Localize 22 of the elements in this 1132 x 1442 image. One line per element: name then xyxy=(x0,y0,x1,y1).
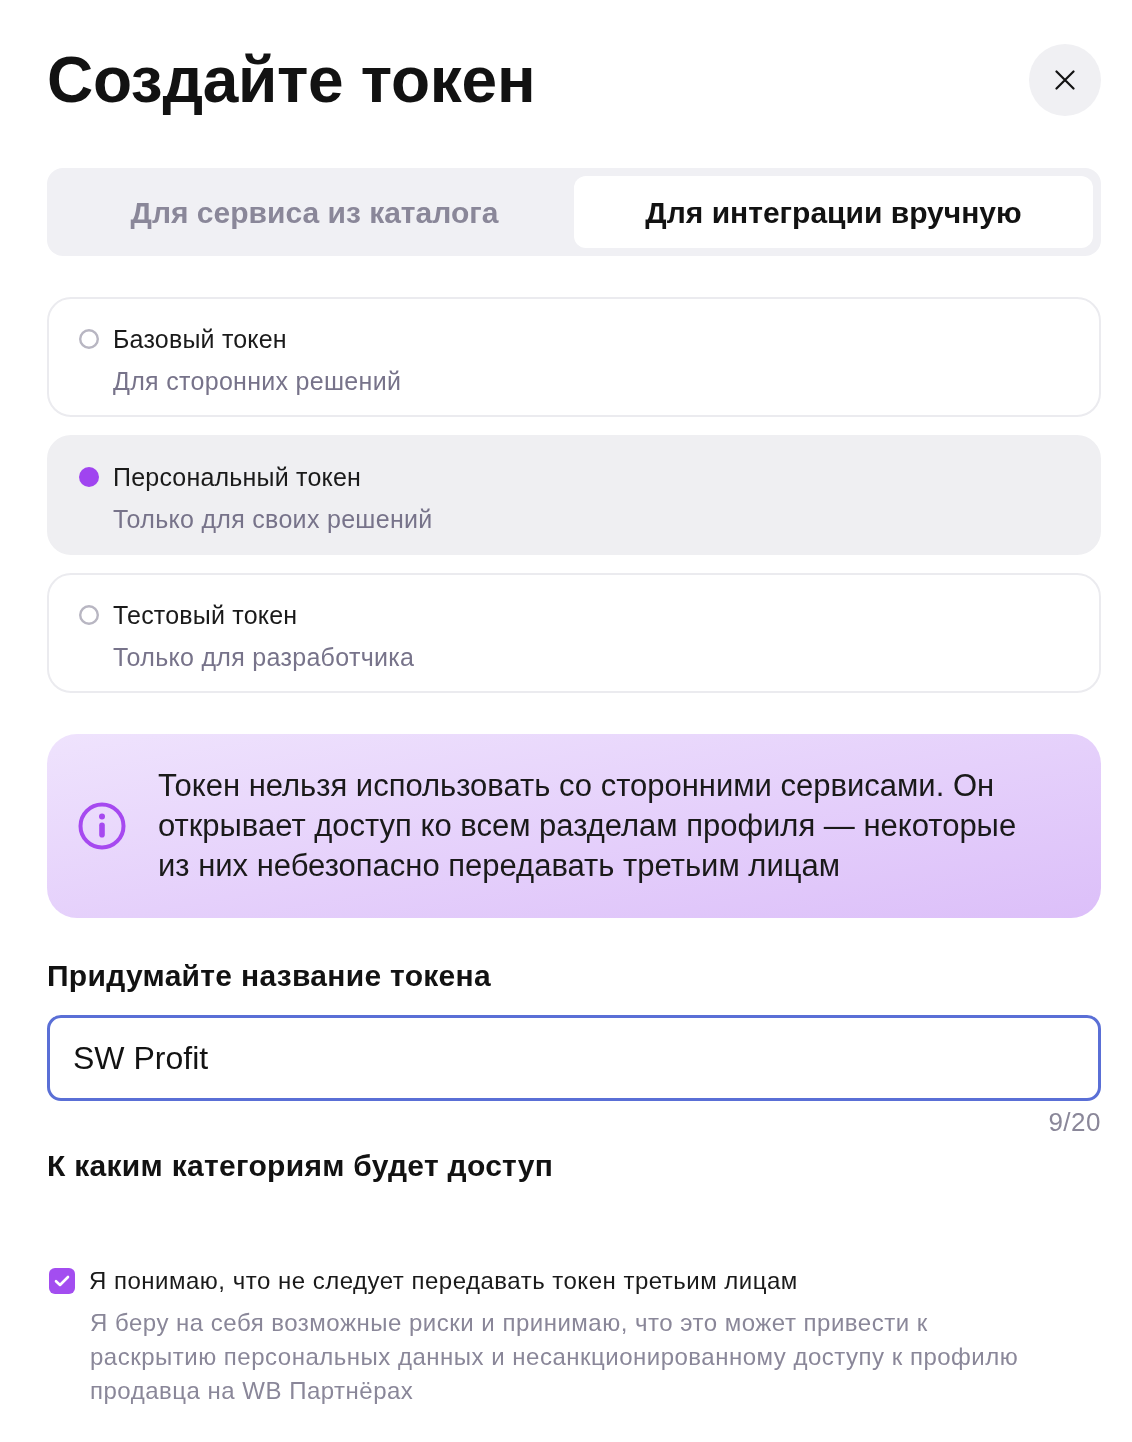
option-subtitle: Для сторонних решений xyxy=(113,366,402,397)
tab[interactable]: Для интеграции вручную xyxy=(574,176,1093,248)
option-subtitle: Только для своих решений xyxy=(113,504,433,535)
token-name-input[interactable]: SW Profit xyxy=(47,1015,1101,1101)
field-label: Придумайте название токена xyxy=(47,958,492,994)
option-title: Базовый токен xyxy=(113,324,288,355)
close-icon xyxy=(1055,70,1075,90)
token-option-card[interactable]: Тестовый токен Только для разработчика xyxy=(47,573,1101,693)
consent-description: Я беру на себя возможные риски и принимаю, что это может привести к раскрытию персональных данных и несанкционированному доступу к профилю продавца на WB Партнёрах xyxy=(90,1308,1020,1406)
notice-text: Токен нельзя использовать со сторонними сервисами. Он открывает доступ ко всем разделам профиля — некоторые из них небезопасно передавать третьим лицам xyxy=(158,767,1018,885)
dialog-title: Создайте токен xyxy=(47,45,536,115)
token-option-card[interactable]: Базовый токен Для сторонних решений xyxy=(47,297,1101,417)
option-subtitle: Только для разработчика xyxy=(113,642,415,673)
consent-label: Я понимаю, что не следует передавать токен третьим лицам xyxy=(89,1266,798,1296)
token-option-card[interactable]: Персональный токен Только для своих решений xyxy=(47,435,1101,555)
option-title: Тестовый токен xyxy=(113,600,299,631)
option-title: Персональный токен xyxy=(113,462,363,493)
checkmark-icon xyxy=(54,1275,70,1287)
info-icon xyxy=(78,802,126,850)
section-heading: К каким категориям будет доступ xyxy=(47,1148,555,1184)
character-counter: 9/20 xyxy=(1048,1107,1101,1137)
consent-checkbox[interactable] xyxy=(49,1268,75,1294)
